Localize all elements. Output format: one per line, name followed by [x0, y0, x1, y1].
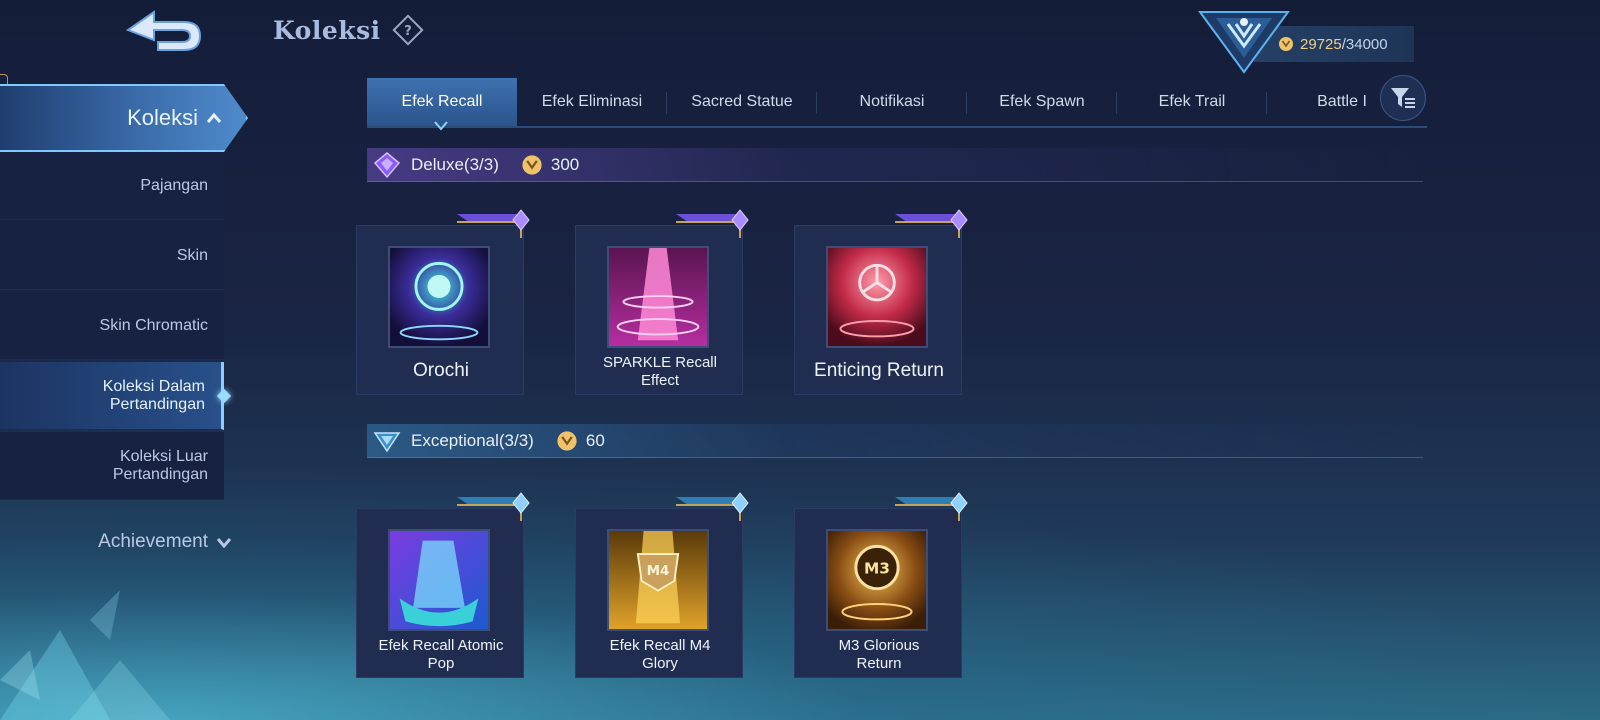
tab-label: Efek Eliminasi: [541, 93, 643, 110]
sidebar-item-label: Koleksi: [127, 105, 198, 130]
item-card-efek-recall-atomic-pop[interactable]: Efek Recall Atomic Pop: [356, 492, 530, 678]
item-thumbnail: [607, 246, 709, 348]
section-tier: Exceptional: [411, 430, 499, 450]
label-line: Koleksi Luar: [119, 447, 208, 465]
item-name: Efek Recall M4 Glory: [578, 637, 742, 673]
rank-emblem-icon: [1198, 11, 1290, 74]
item-card-enticing-return[interactable]: Enticing Return: [794, 209, 968, 395]
svg-text:M4: M4: [647, 564, 670, 579]
help-button[interactable]: ?: [392, 14, 424, 46]
price-value: 300: [550, 154, 580, 174]
points-current: 29725: [1300, 35, 1342, 53]
name-line: M3 Glorious: [838, 637, 920, 654]
item-thumbnail: [826, 246, 928, 348]
card-corner-ornament: [676, 209, 749, 238]
item-thumbnail: [388, 529, 490, 631]
sidebar-item-label: Koleksi Luar Pertandingan: [113, 448, 208, 484]
tab-label: Efek Trail: [1158, 93, 1226, 110]
filter-icon: [1391, 88, 1415, 108]
tab-efek-trail[interactable]: Efek Trail: [1117, 78, 1267, 126]
section-tier: Deluxe: [411, 154, 464, 174]
sidebar-item-achievement[interactable]: Achievement: [0, 522, 236, 562]
tab-efek-recall[interactable]: Efek Recall: [367, 78, 517, 128]
active-tab-caret: [434, 121, 448, 131]
tab-underline: [367, 126, 1427, 128]
sidebar-item-skin[interactable]: Skin: [0, 222, 224, 290]
sidebar-item-label: Koleksi Dalam Pertandingan: [103, 378, 205, 414]
chevron-down-icon: [216, 538, 232, 548]
tab-label: Efek Spawn: [999, 93, 1085, 110]
card-corner-ornament: [895, 209, 968, 238]
price-value: 60: [585, 430, 605, 450]
sidebar-item-koleksi-luar-pertandingan[interactable]: Koleksi Luar Pertandingan: [0, 432, 224, 500]
card-corner-ornament: [676, 492, 749, 521]
name-line: Return: [856, 655, 902, 672]
item-card-efek-recall-m4-glory[interactable]: M4 Efek Recall M4 Glory: [575, 492, 749, 678]
sidebar-item-label: Pajangan: [140, 176, 208, 194]
label-line: Pertandingan: [109, 395, 205, 413]
item-name: Orochi: [413, 360, 469, 381]
sidebar-item-koleksi-dalam-pertandingan[interactable]: Koleksi Dalam Pertandingan: [0, 362, 232, 430]
section-header-exceptional: Exceptional (3/3) 60: [367, 424, 1423, 458]
label-line: Pertandingan: [112, 465, 208, 483]
filter-button[interactable]: [1380, 75, 1426, 121]
sidebar-item-koleksi[interactable]: Koleksi: [0, 84, 248, 152]
section-count: (3/3): [463, 154, 499, 174]
section-price: 300: [521, 154, 579, 176]
item-name: M3 Glorious Return: [797, 637, 961, 673]
deluxe-gem-icon: [373, 151, 401, 178]
sidebar-item-skin-chromatic[interactable]: Skin Chromatic: [0, 292, 224, 360]
decorative-shards: [0, 590, 170, 720]
sidebar-item-label: Skin: [176, 246, 208, 264]
item-name: Enticing Return: [814, 360, 944, 381]
question-icon: ?: [392, 14, 424, 46]
name-line: Efek Recall M4: [609, 637, 711, 654]
tab-efek-eliminasi[interactable]: Efek Eliminasi: [517, 78, 667, 126]
section-price: 60: [556, 430, 605, 452]
tab-sacred-statue[interactable]: Sacred Statue: [667, 78, 817, 126]
section-count: (3/3): [498, 430, 534, 450]
item-thumbnail: M4: [607, 529, 709, 631]
name-line: Efek Recall Atomic: [378, 637, 504, 654]
item-card-m3-glorious-return[interactable]: M3 M3 Glorious Return: [794, 492, 968, 678]
back-arrow-icon: [125, 10, 202, 51]
name-line: Glory: [642, 655, 678, 672]
sidebar-item-label: Skin Chromatic: [99, 316, 208, 334]
points-max: /34000: [1341, 35, 1388, 53]
tab-label: Battle I: [1317, 93, 1367, 110]
item-card-orochi[interactable]: Orochi: [356, 209, 530, 395]
back-button[interactable]: [118, 6, 210, 56]
item-thumbnail: M3: [826, 529, 928, 631]
selected-indicator: [216, 388, 232, 404]
card-corner-ornament: [457, 209, 530, 238]
chevron-up-icon: [206, 112, 222, 123]
category-tabs: Efek Recall Efek Eliminasi Sacred Statue…: [367, 78, 1427, 128]
item-name: Efek Recall Atomic Pop: [359, 637, 523, 673]
item-thumbnail: [388, 246, 490, 348]
tab-label: Efek Recall: [401, 93, 483, 110]
coin-icon: [522, 154, 542, 175]
card-corner-ornament: [457, 492, 530, 521]
tab-notifikasi[interactable]: Notifikasi: [817, 78, 967, 126]
tab-efek-spawn[interactable]: Efek Spawn: [967, 78, 1117, 126]
name-line: Effect: [640, 372, 680, 389]
svg-text:M3: M3: [864, 559, 890, 577]
tab-label: Sacred Statue: [691, 93, 793, 110]
label-line: Koleksi Dalam: [102, 377, 205, 395]
name-line: SPARKLE Recall: [603, 354, 717, 371]
tab-label: Notifikasi: [859, 93, 925, 110]
card-corner-ornament: [895, 492, 968, 521]
item-card-sparkle-recall-effect[interactable]: SPARKLE Recall Effect: [575, 209, 749, 395]
item-name: SPARKLE Recall Effect: [578, 354, 742, 390]
svg-text:?: ?: [404, 24, 412, 39]
exceptional-gem-icon: [373, 431, 401, 452]
section-header-deluxe: Deluxe (3/3) 300: [367, 148, 1423, 182]
name-line: Pop: [427, 655, 455, 672]
rank-emblem[interactable]: [1198, 2, 1290, 74]
sidebar-item-pajangan[interactable]: Pajangan: [0, 152, 224, 220]
page-title: Koleksi: [273, 16, 381, 45]
coin-icon: [557, 430, 577, 451]
sidebar-item-label: Achievement: [98, 531, 208, 552]
